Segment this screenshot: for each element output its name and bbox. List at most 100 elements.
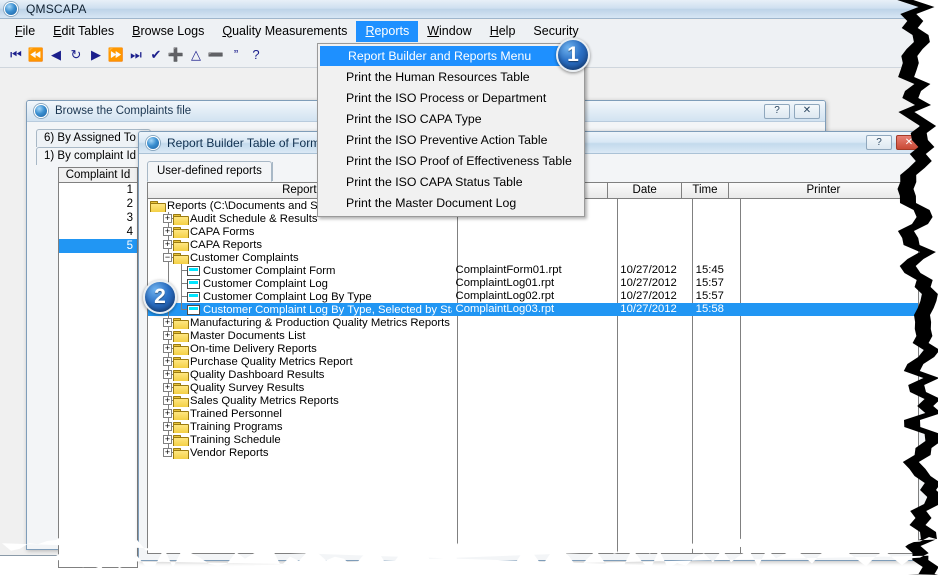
table-row[interactable]: +Vendor Reports <box>148 446 918 459</box>
table-row[interactable]: +Master Documents List <box>148 329 918 342</box>
report-time-cell <box>682 446 729 459</box>
expand-icon[interactable]: + <box>163 344 172 353</box>
table-row[interactable]: + Manufacturing & Production Quality Metr… <box>148 316 918 329</box>
menu-item-print-the-iso-capa-type[interactable]: Print the ISO CAPA Type <box>318 108 584 129</box>
tree-item-label: Manufacturing & Production Quality Metri… <box>189 317 452 329</box>
menu-item-print-the-master-document-log[interactable]: Print the Master Document Log <box>318 192 584 213</box>
menu-file[interactable]: File <box>6 21 44 42</box>
report-time-cell <box>682 355 729 368</box>
menu-item-print-the-iso-capa-status-table[interactable]: Print the ISO CAPA Status Table <box>318 171 584 192</box>
refresh-icon[interactable]: ↻ <box>66 45 86 65</box>
tree-item-label: CAPA Forms <box>189 226 256 238</box>
report-time-cell: 15:57 <box>682 277 729 290</box>
tab-user-defined-reports[interactable]: User-defined reports <box>147 161 272 182</box>
expand-icon[interactable]: + <box>163 318 172 327</box>
close-button[interactable]: ✕ <box>896 135 922 150</box>
menu-edit-tables[interactable]: Edit Tables <box>44 21 123 42</box>
help-button[interactable]: ? <box>866 135 892 150</box>
help-icon[interactable]: ? <box>246 45 266 65</box>
table-row[interactable]: +Quality Survey Results <box>148 381 918 394</box>
table-row[interactable]: +Purchase Quality Metrics Report <box>148 355 918 368</box>
report-file-cell <box>452 433 609 446</box>
column-header-printer[interactable]: Printer <box>729 183 918 198</box>
tab-by-assigned-to[interactable]: 6) By Assigned To <box>36 129 151 147</box>
complaint-id-row[interactable]: 4 <box>59 225 137 239</box>
table-row[interactable]: Customer Complaint FormComplaintForm01.r… <box>148 264 918 277</box>
report-tree-cell: Customer Complaint Log <box>148 277 452 290</box>
menu-reports[interactable]: Reports <box>356 21 418 42</box>
expand-icon[interactable]: + <box>163 448 172 457</box>
report-tree-cell: Customer Complaint Log By Type, Selected… <box>148 303 452 316</box>
first-record-icon[interactable]: ⏮ <box>6 45 26 65</box>
table-row[interactable]: +Sales Quality Metrics Reports <box>148 394 918 407</box>
delete-icon[interactable]: ➖ <box>206 45 226 65</box>
expand-icon[interactable]: + <box>163 435 172 444</box>
menu-help[interactable]: Help <box>481 21 525 42</box>
expand-icon[interactable]: + <box>163 240 172 249</box>
table-row[interactable]: Customer Complaint Log By Type, Selected… <box>148 303 918 316</box>
report-printer-cell <box>729 238 918 251</box>
expand-icon[interactable]: + <box>163 331 172 340</box>
table-row[interactable]: Customer Complaint LogComplaintLog01.rpt… <box>148 277 918 290</box>
table-row[interactable]: +Training Programs <box>148 420 918 433</box>
expand-icon[interactable]: + <box>163 422 172 431</box>
menu-window[interactable]: Window <box>418 21 480 42</box>
complaint-id-row[interactable]: 3 <box>59 211 137 225</box>
reports-grid[interactable]: Report Date Time Printer Reports (C:\Doc… <box>147 182 919 554</box>
expand-icon[interactable]: + <box>163 227 172 236</box>
report-document-icon <box>187 292 200 302</box>
expand-icon[interactable]: + <box>163 383 172 392</box>
complaint-id-row[interactable]: 5 <box>59 239 137 253</box>
expand-icon[interactable]: + <box>163 357 172 366</box>
table-row[interactable]: +On-time Delivery Reports <box>148 342 918 355</box>
table-row[interactable]: −Customer Complaints <box>148 251 918 264</box>
previous-record-icon[interactable]: ◀ <box>46 45 66 65</box>
expand-icon[interactable]: + <box>163 214 172 223</box>
table-row[interactable]: + CAPA Forms <box>148 225 918 238</box>
complaint-id-list[interactable]: 12345 <box>58 183 138 568</box>
report-tree-cell: + Manufacturing & Production Quality Metr… <box>148 316 452 329</box>
menu-item-report-builder-and-reports-menu[interactable]: Report Builder and Reports Menu <box>320 46 582 66</box>
tab-by-complaint-id[interactable]: 1) By complaint Id <box>36 147 151 165</box>
report-printer-cell <box>729 355 918 368</box>
table-row[interactable]: Customer Complaint Log By TypeComplaintL… <box>148 290 918 303</box>
help-button[interactable]: ? <box>764 104 790 119</box>
table-row[interactable]: +Training Schedule <box>148 433 918 446</box>
complaint-id-row[interactable]: 1 <box>59 183 137 197</box>
last-record-icon[interactable]: ⏭ <box>126 45 146 65</box>
menu-browse-logs[interactable]: Browse Logs <box>123 21 213 42</box>
report-time-cell <box>682 225 729 238</box>
report-builder-title: Report Builder Table of Forms <box>167 136 326 150</box>
collapse-icon[interactable]: − <box>163 253 172 262</box>
close-button[interactable]: ✕ <box>794 104 820 119</box>
table-row[interactable]: +CAPA Reports <box>148 238 918 251</box>
menu-item-print-the-iso-preventive-action-table[interactable]: Print the ISO Preventive Action Table <box>318 129 584 150</box>
tree-spacer <box>176 303 187 316</box>
quote-icon[interactable]: ” <box>226 45 246 65</box>
triangle-icon[interactable]: △ <box>186 45 206 65</box>
expand-icon[interactable]: + <box>163 370 172 379</box>
expand-icon[interactable]: + <box>163 396 172 405</box>
report-tree-cell: +Vendor Reports <box>148 446 452 459</box>
fast-forward-icon[interactable]: ⏩ <box>106 45 126 65</box>
tree-indent <box>148 316 163 329</box>
complaint-id-row[interactable]: 2 <box>59 197 137 211</box>
column-header-time[interactable]: Time <box>682 183 729 198</box>
table-row[interactable]: +Quality Dashboard Results <box>148 368 918 381</box>
expand-icon[interactable]: + <box>163 409 172 418</box>
check-icon[interactable]: ✔ <box>146 45 166 65</box>
folder-icon <box>173 330 188 342</box>
report-printer-cell <box>729 212 918 225</box>
add-icon[interactable]: ➕ <box>166 45 186 65</box>
next-record-icon[interactable]: ▶ <box>86 45 106 65</box>
menu-item-print-the-human-resources-table[interactable]: Print the Human Resources Table <box>318 66 584 87</box>
folder-icon <box>173 356 188 368</box>
rewind-icon[interactable]: ⏪ <box>26 45 46 65</box>
menu-item-print-the-iso-process-or-department[interactable]: Print the ISO Process or Department <box>318 87 584 108</box>
menu-item-print-the-iso-proof-of-effectiveness-table[interactable]: Print the ISO Proof of Effectiveness Tab… <box>318 150 584 171</box>
report-tree-cell: +CAPA Reports <box>148 238 452 251</box>
column-header-date[interactable]: Date <box>608 183 681 198</box>
report-printer-cell <box>729 433 918 446</box>
table-row[interactable]: +Trained Personnel <box>148 407 918 420</box>
menu-quality-measurements[interactable]: Quality Measurements <box>213 21 356 42</box>
